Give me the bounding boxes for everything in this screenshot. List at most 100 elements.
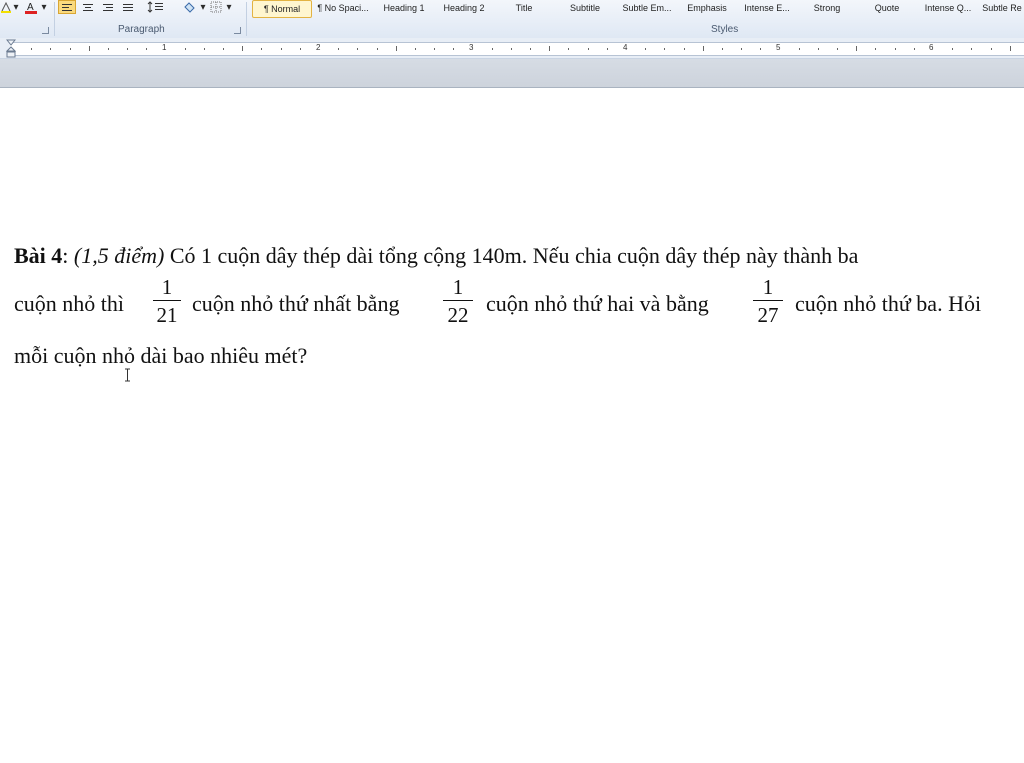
ruler-tick [587, 48, 589, 50]
style-subtle-reference[interactable]: Subtle Re [980, 0, 1024, 18]
fraction-1-21: 1 21 [153, 276, 181, 326]
ruler-number: 5 [776, 43, 781, 52]
style-no-spacing[interactable]: ¶ No Spaci... [314, 0, 372, 18]
ruler-tick [1009, 46, 1011, 51]
shading-icon[interactable] [181, 0, 199, 14]
ruler-tick [31, 48, 33, 50]
font-color-icon[interactable]: A [24, 0, 38, 14]
ruler-number: 2 [316, 43, 321, 52]
ruler-tick [88, 46, 90, 51]
style-heading-1[interactable]: Heading 1 [376, 0, 432, 18]
style-normal[interactable]: ¶ Normal [252, 0, 312, 18]
paragraph-line-1: Bài 4: (1,5 điểm) Có 1 cuộn dây thép dài… [14, 243, 858, 269]
ruler-number: 4 [623, 43, 628, 52]
ruler-tick [127, 48, 129, 50]
ruler-tick [242, 46, 244, 51]
ruler-tick [856, 46, 858, 51]
ruler-tick [203, 48, 205, 50]
horizontal-ruler[interactable]: 1 2 3 4 5 6 [0, 38, 1024, 59]
ruler-tick [530, 48, 532, 50]
ruler-tick [146, 48, 148, 50]
ruler-tick [357, 48, 359, 50]
style-subtitle[interactable]: Subtitle [556, 0, 614, 18]
fraction-numerator: 1 [161, 275, 173, 299]
fraction-1-27: 1 27 [753, 276, 783, 326]
paragraph-group-label: Paragraph [118, 24, 165, 35]
ruler-tick [223, 48, 225, 50]
text-cursor-icon [125, 368, 130, 382]
fraction-bar [443, 300, 473, 301]
style-strong[interactable]: Strong [798, 0, 856, 18]
points-note: (1,5 điểm) [73, 243, 165, 268]
group-separator [54, 2, 55, 36]
ruler-tick [338, 48, 340, 50]
align-center-button[interactable] [79, 0, 97, 14]
ruler-tick [721, 48, 723, 50]
align-right-button[interactable] [99, 0, 117, 14]
problem-text: Có 1 cuộn dây thép dài tổng cộng 140m. N… [164, 243, 859, 268]
ruler-tick [299, 48, 301, 50]
ruler-tick [491, 48, 493, 50]
ruler-tick [261, 48, 263, 50]
font-color-dropdown-icon[interactable]: ▾ [40, 0, 48, 14]
style-heading-2[interactable]: Heading 2 [436, 0, 492, 18]
shading-dropdown-icon[interactable]: ▾ [199, 0, 207, 14]
ruler-tick [395, 46, 397, 51]
ruler-tick [184, 48, 186, 50]
style-emphasis[interactable]: Emphasis [678, 0, 736, 18]
fraction-denominator: 27 [757, 303, 779, 327]
style-quote[interactable]: Quote [858, 0, 916, 18]
ruler-tick [837, 48, 839, 50]
fraction-denominator: 21 [156, 303, 178, 327]
line-spacing-icon[interactable] [146, 0, 168, 14]
ruler-tick [549, 46, 551, 51]
ruler-tick [702, 46, 704, 51]
align-left-button[interactable] [58, 0, 76, 14]
ruler-tick [894, 48, 896, 50]
ruler-tick [683, 48, 685, 50]
styles-gallery: ¶ Normal ¶ No Spaci... Heading 1 Heading… [250, 0, 1024, 18]
justify-button[interactable] [119, 0, 137, 14]
ruler-tick [971, 48, 973, 50]
ruler-tick [453, 48, 455, 50]
ruler-tick [107, 48, 109, 50]
font-dialog-launcher-icon[interactable] [42, 27, 49, 34]
ruler-number: 1 [162, 43, 167, 52]
ruler-tick [414, 48, 416, 50]
ribbon: ▾ A ▾ ▾ ▾ Paragraph ¶ Normal ¶ No Spaci.… [0, 0, 1024, 39]
document-area-top [0, 59, 1024, 88]
indent-marker-icon[interactable] [6, 38, 16, 58]
ruler-tick [817, 48, 819, 50]
line2-text-2: cuộn nhỏ thứ nhất bằng [192, 291, 400, 316]
colon: : [62, 243, 69, 268]
highlight-dropdown-icon[interactable]: ▾ [12, 0, 20, 14]
line2-text-1: cuộn nhỏ thì [14, 291, 124, 316]
exercise-label: Bài 4 [14, 243, 63, 268]
group-separator [246, 2, 247, 36]
style-intense-quote[interactable]: Intense Q... [918, 0, 978, 18]
style-subtle-emphasis[interactable]: Subtle Em... [618, 0, 676, 18]
style-intense-emphasis[interactable]: Intense E... [738, 0, 796, 18]
borders-dropdown-icon[interactable]: ▾ [225, 0, 233, 14]
ruler-tick [434, 48, 436, 50]
fraction-bar [753, 300, 783, 301]
ruler-tick [645, 48, 647, 50]
fraction-numerator: 1 [452, 275, 464, 299]
style-title[interactable]: Title [496, 0, 552, 18]
ruler-tick [606, 48, 608, 50]
ruler-tick [69, 48, 71, 50]
fraction-1-22: 1 22 [443, 276, 473, 326]
borders-icon[interactable] [208, 0, 224, 14]
ruler-tick [798, 48, 800, 50]
line2-text-3: cuộn nhỏ thứ hai và bằng [486, 291, 709, 316]
paragraph-dialog-launcher-icon[interactable] [234, 27, 241, 34]
paragraph-line-3: mỗi cuộn nhỏ dài bao nhiêu mét? [14, 343, 308, 368]
ruler-tick [875, 48, 877, 50]
ruler-tick [760, 48, 762, 50]
ruler-number: 6 [929, 43, 934, 52]
ruler-tick [990, 48, 992, 50]
line2-text-4: cuộn nhỏ thứ ba. Hỏi [795, 291, 982, 316]
styles-group-label: Styles [711, 24, 739, 35]
ruler-tick [50, 48, 52, 50]
highlight-color-icon[interactable] [0, 0, 12, 14]
